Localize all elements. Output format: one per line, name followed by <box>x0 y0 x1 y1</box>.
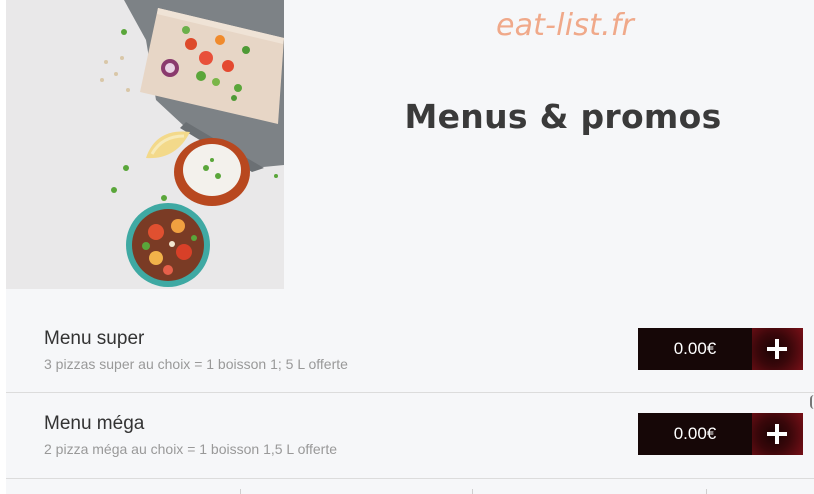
menu-item-description: 2 pizza méga au choix = 1 boisson 1,5 L … <box>44 441 338 457</box>
menu-item: Menu super 3 pizzas super au choix = 1 b… <box>6 308 814 393</box>
scroll-edge-indicator <box>810 395 814 409</box>
bottom-edge <box>6 489 814 494</box>
add-to-cart-button[interactable] <box>752 328 803 370</box>
menu-item: Menu méga 2 pizza méga au choix = 1 bois… <box>6 393 814 478</box>
brand-logo-text[interactable]: eat-list.fr <box>460 8 670 43</box>
menu-item-price: 0.00€ <box>673 424 717 443</box>
plus-icon <box>766 423 788 445</box>
menu-item-name: Menu super <box>44 328 145 349</box>
menu-item-price-box: 0.00€ <box>638 413 803 455</box>
plus-icon <box>766 338 788 360</box>
menu-item-description: 3 pizzas super au choix = 1 boisson 1; 5… <box>44 356 348 372</box>
add-to-cart-button[interactable] <box>752 413 803 455</box>
menu-item-name: Menu méga <box>44 413 145 434</box>
menu-divider <box>6 478 814 479</box>
page-title: Menus & promos <box>404 97 722 136</box>
hero-food-image <box>6 0 284 289</box>
menu-list: Menu super 3 pizzas super au choix = 1 b… <box>6 308 814 479</box>
menu-item-price-box: 0.00€ <box>638 328 803 370</box>
menu-item-price: 0.00€ <box>673 339 717 358</box>
